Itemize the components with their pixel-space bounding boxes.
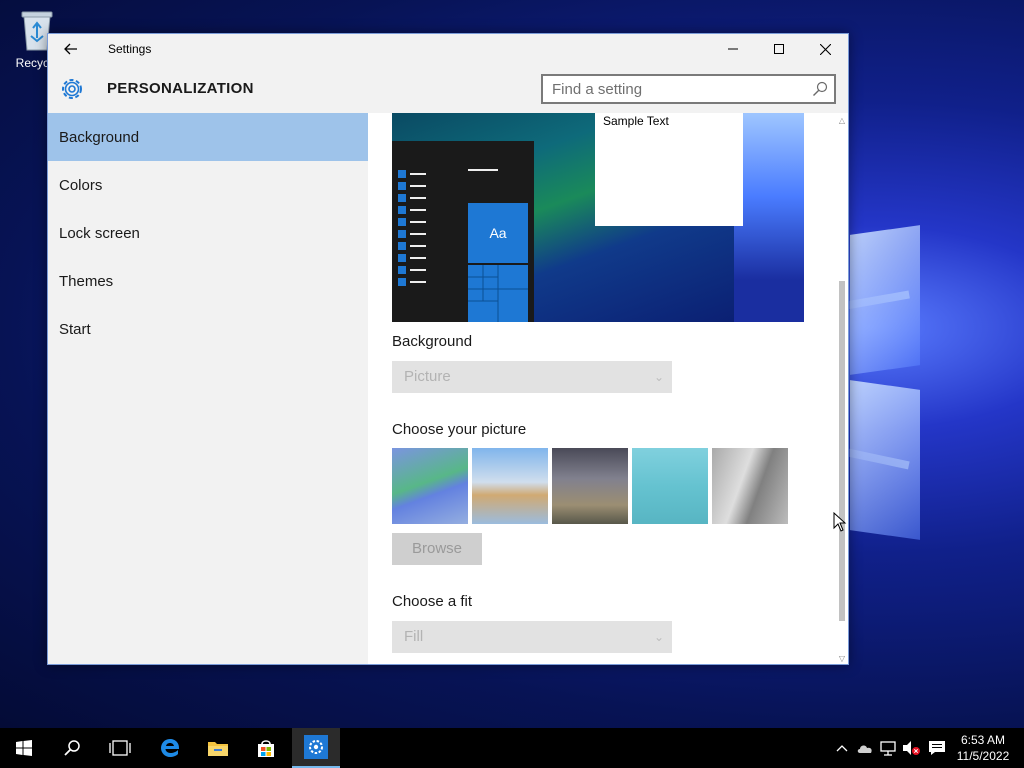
onedrive-cloud-icon[interactable] bbox=[855, 738, 875, 758]
choose-picture-label: Choose your picture bbox=[392, 421, 527, 438]
minimize-button[interactable] bbox=[710, 34, 756, 64]
windows-start-icon bbox=[16, 740, 32, 756]
clock-date: 11/5/2022 bbox=[956, 749, 1010, 763]
action-center-icon[interactable] bbox=[927, 738, 947, 758]
sidebar-item-background[interactable]: Background bbox=[48, 113, 368, 161]
search-icon[interactable] bbox=[812, 81, 828, 97]
preview-tile-label: Aa bbox=[489, 225, 507, 241]
preview-window: Sample Text bbox=[595, 113, 743, 226]
sidebar-item-start[interactable]: Start bbox=[48, 305, 368, 353]
background-dropdown-value: Picture bbox=[404, 368, 451, 385]
choose-fit-label: Choose a fit bbox=[392, 593, 473, 610]
picture-thumbnail[interactable] bbox=[392, 448, 468, 524]
background-label: Background bbox=[392, 333, 473, 350]
store-icon bbox=[258, 740, 274, 757]
picture-thumbnail[interactable] bbox=[552, 448, 628, 524]
preview-sample-text: Sample Text bbox=[603, 114, 669, 128]
sidebar-item-themes[interactable]: Themes bbox=[48, 257, 368, 305]
show-hidden-icons-chevron-icon[interactable] bbox=[832, 738, 852, 758]
preview-start-menu: Aa bbox=[392, 141, 534, 322]
settings-taskbar-button[interactable] bbox=[292, 728, 340, 768]
edge-icon bbox=[161, 739, 180, 757]
sidebar-item-label: Lock screen bbox=[59, 224, 140, 242]
sidebar-item-label: Colors bbox=[59, 176, 103, 194]
picture-thumbnails bbox=[392, 448, 792, 524]
taskbar: 6:53 AM 11/5/2022 bbox=[0, 728, 1024, 768]
fit-dropdown[interactable]: Fill ⌄ bbox=[392, 621, 672, 653]
content-scrollbar[interactable]: △ ▽ bbox=[836, 113, 848, 664]
scroll-up-arrow-icon[interactable]: △ bbox=[836, 115, 848, 127]
back-button[interactable] bbox=[56, 36, 86, 62]
preview-app-list bbox=[398, 170, 428, 291]
sidebar-item-colors[interactable]: Colors bbox=[48, 161, 368, 209]
background-preview: Aa Sample Text bbox=[392, 113, 804, 322]
minimize-icon bbox=[728, 48, 738, 50]
edge-browser-button[interactable] bbox=[146, 728, 194, 768]
volume-muted-icon[interactable] bbox=[901, 738, 921, 758]
sidebar-item-label: Start bbox=[59, 320, 91, 338]
system-clock[interactable]: 6:53 AM 11/5/2022 bbox=[952, 732, 1014, 764]
chevron-down-icon: ⌄ bbox=[653, 630, 664, 644]
search-box[interactable] bbox=[541, 74, 836, 104]
back-arrow-icon bbox=[64, 43, 77, 55]
fit-dropdown-value: Fill bbox=[404, 628, 424, 645]
task-view-icon bbox=[109, 740, 131, 756]
search-input[interactable] bbox=[543, 76, 798, 102]
browse-button[interactable]: Browse bbox=[392, 533, 482, 565]
close-button[interactable] bbox=[802, 34, 848, 64]
picture-thumbnail[interactable] bbox=[632, 448, 708, 524]
sidebar-item-label: Background bbox=[59, 128, 140, 146]
file-explorer-button[interactable] bbox=[194, 728, 242, 768]
scroll-down-arrow-icon[interactable]: ▽ bbox=[836, 653, 848, 664]
settings-gear-icon bbox=[304, 735, 328, 759]
title-bar: Settings bbox=[48, 34, 848, 65]
content-pane: Aa Sample Text Background Picture ⌄ Choo… bbox=[368, 113, 836, 664]
mouse-cursor-icon bbox=[833, 512, 847, 532]
scroll-thumb[interactable] bbox=[839, 281, 845, 621]
maximize-icon bbox=[774, 44, 784, 54]
preview-tile: Aa bbox=[468, 203, 528, 263]
settings-header: PERSONALIZATION bbox=[48, 65, 848, 113]
folder-icon bbox=[208, 742, 228, 756]
preview-tile-grid bbox=[468, 265, 528, 322]
search-icon bbox=[64, 740, 80, 756]
network-icon[interactable] bbox=[878, 738, 898, 758]
picture-thumbnail[interactable] bbox=[712, 448, 788, 524]
sidebar-item-lock-screen[interactable]: Lock screen bbox=[48, 209, 368, 257]
sidebar: Background Colors Lock screen Themes Sta… bbox=[48, 113, 368, 664]
sidebar-item-label: Themes bbox=[59, 272, 114, 290]
clock-time: 6:53 AM bbox=[960, 733, 1006, 747]
start-button[interactable] bbox=[0, 728, 48, 768]
gear-icon bbox=[58, 75, 86, 103]
preview-glow bbox=[734, 113, 804, 322]
page-title: PERSONALIZATION bbox=[107, 80, 254, 97]
taskbar-search-button[interactable] bbox=[48, 728, 96, 768]
picture-thumbnail[interactable] bbox=[472, 448, 548, 524]
background-dropdown[interactable]: Picture ⌄ bbox=[392, 361, 672, 393]
task-view-button[interactable] bbox=[96, 728, 144, 768]
close-icon bbox=[819, 43, 831, 55]
windows-logo-wallpaper bbox=[800, 170, 1024, 590]
window-title: Settings bbox=[108, 42, 152, 56]
store-button[interactable] bbox=[242, 728, 290, 768]
maximize-button[interactable] bbox=[756, 34, 802, 64]
chevron-down-icon: ⌄ bbox=[653, 370, 664, 384]
settings-window: Settings PERSONALIZATION Ba bbox=[47, 33, 849, 665]
